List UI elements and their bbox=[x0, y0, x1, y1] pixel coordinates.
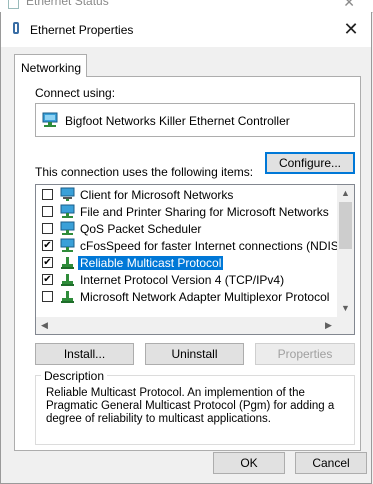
scroll-right-icon[interactable]: ▶ bbox=[320, 317, 337, 334]
dialog-title: Ethernet Properties bbox=[30, 23, 134, 37]
item-label: File and Printer Sharing for Microsoft N… bbox=[80, 205, 329, 219]
title-bar: Ethernet Properties ✕ bbox=[1, 12, 371, 47]
service-icon bbox=[60, 221, 75, 235]
scroll-left-icon[interactable]: ◀ bbox=[36, 317, 53, 334]
list-item[interactable]: ✔ Internet Protocol Version 4 (TCP/IPv4) bbox=[36, 271, 336, 288]
item-checkbox[interactable] bbox=[42, 206, 53, 217]
item-label: Microsoft Network Adapter Multiplexor Pr… bbox=[80, 290, 330, 304]
networking-panel: Connect using: Bigfoot Networks Killer E… bbox=[14, 76, 361, 451]
network-icon bbox=[8, 0, 19, 9]
protocol-icon bbox=[61, 274, 74, 286]
ok-button[interactable]: OK bbox=[213, 452, 285, 474]
background-window-title: Ethernet Status bbox=[26, 0, 109, 8]
ethernet-properties-dialog: Ethernet Properties ✕ Networking Connect… bbox=[0, 12, 372, 484]
item-checkbox[interactable]: ✔ bbox=[42, 257, 53, 268]
description-text: Reliable Multicast Protocol. An implemen… bbox=[46, 387, 335, 425]
client-icon bbox=[60, 187, 75, 201]
list-item[interactable]: ✔ Reliable Multicast Protocol bbox=[36, 254, 336, 271]
list-item[interactable]: ✔ cFosSpeed for faster Internet connecti… bbox=[36, 237, 353, 254]
configure-button[interactable]: Configure... bbox=[265, 152, 355, 174]
item-checkbox[interactable]: ✔ bbox=[42, 240, 53, 251]
scroll-up-icon[interactable]: ▲ bbox=[337, 185, 354, 202]
properties-button[interactable]: Properties bbox=[255, 343, 355, 365]
adapter-title-icon bbox=[13, 22, 19, 34]
list-item[interactable]: Microsoft Network Adapter Multiplexor Pr… bbox=[36, 288, 336, 305]
item-label: Reliable Multicast Protocol bbox=[78, 256, 224, 270]
install-button[interactable]: Install... bbox=[35, 343, 134, 365]
service-icon bbox=[60, 238, 75, 252]
vertical-scrollbar[interactable]: ▲ ▼ bbox=[337, 185, 354, 317]
list-item[interactable]: QoS Packet Scheduler bbox=[36, 220, 336, 237]
adapter-field: Bigfoot Networks Killer Ethernet Control… bbox=[35, 103, 355, 137]
items-label: This connection uses the following items… bbox=[35, 165, 254, 179]
scroll-down-icon[interactable]: ▼ bbox=[337, 300, 354, 317]
list-item[interactable]: Client for Microsoft Networks bbox=[36, 186, 336, 203]
protocol-icon bbox=[61, 291, 74, 303]
scroll-thumb[interactable] bbox=[339, 202, 352, 249]
background-close-button[interactable]: ✕ bbox=[343, 0, 355, 11]
components-list[interactable]: Client for Microsoft Networks File and P… bbox=[35, 184, 355, 335]
protocol-icon bbox=[61, 257, 74, 269]
uninstall-button[interactable]: Uninstall bbox=[145, 343, 244, 365]
item-checkbox[interactable] bbox=[42, 223, 53, 234]
close-button[interactable]: ✕ bbox=[337, 16, 365, 42]
description-title: Description bbox=[41, 369, 108, 383]
service-icon bbox=[60, 204, 75, 218]
item-checkbox[interactable] bbox=[42, 189, 53, 200]
item-checkbox[interactable]: ✔ bbox=[42, 274, 53, 285]
item-label: cFosSpeed for faster Internet connection… bbox=[80, 239, 353, 253]
item-label: QoS Packet Scheduler bbox=[80, 222, 202, 236]
adapter-name: Bigfoot Networks Killer Ethernet Control… bbox=[65, 114, 290, 128]
connect-using-label: Connect using: bbox=[35, 86, 116, 100]
cancel-button[interactable]: Cancel bbox=[295, 452, 367, 474]
network-adapter-icon bbox=[42, 112, 58, 127]
item-label: Client for Microsoft Networks bbox=[80, 188, 234, 202]
tab-networking[interactable]: Networking bbox=[14, 54, 87, 77]
item-label: Internet Protocol Version 4 (TCP/IPv4) bbox=[80, 273, 285, 287]
item-checkbox[interactable] bbox=[42, 291, 53, 302]
list-item[interactable]: File and Printer Sharing for Microsoft N… bbox=[36, 203, 336, 220]
horizontal-scrollbar[interactable]: ◀ ▶ bbox=[36, 317, 354, 334]
